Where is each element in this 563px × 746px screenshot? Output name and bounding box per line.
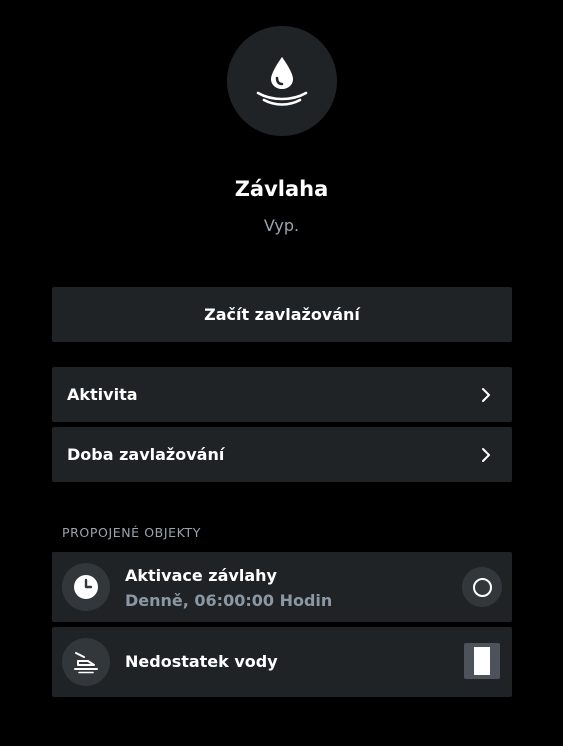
- chevron-right-icon: [478, 387, 494, 403]
- activity-label: Aktivita: [67, 385, 138, 404]
- radio-ring-icon: [472, 577, 492, 597]
- irrigation-duration-row[interactable]: Doba zavlažování: [52, 427, 512, 482]
- water-drop-icon: [256, 57, 308, 106]
- irrigation-duration-label: Doba zavlažování: [67, 445, 225, 464]
- activation-radio-button[interactable]: [462, 567, 502, 607]
- linked-object-title: Nedostatek vody: [125, 652, 278, 671]
- linked-objects-heading: PROPOJENÉ OBJEKTY: [62, 525, 201, 540]
- device-icon-circle: [227, 26, 337, 136]
- water-shortage-icon: [62, 638, 110, 686]
- linked-object-irrigation-activation[interactable]: Aktivace závlahy Denně, 06:00:00 Hodin: [52, 552, 512, 622]
- activity-row[interactable]: Aktivita: [52, 367, 512, 422]
- start-irrigation-button[interactable]: Začít zavlažování: [52, 287, 512, 342]
- device-name: Závlaha: [234, 177, 329, 201]
- linked-object-title: Aktivace závlahy: [125, 566, 277, 585]
- toggle-knob: [474, 647, 490, 675]
- linked-object-water-shortage[interactable]: Nedostatek vody: [52, 627, 512, 697]
- chevron-right-icon: [478, 447, 494, 463]
- clock-icon: [62, 563, 110, 611]
- device-status: Vyp.: [263, 216, 300, 235]
- linked-object-schedule: Denně, 06:00:00 Hodin: [125, 591, 333, 610]
- water-shortage-toggle[interactable]: [464, 643, 500, 679]
